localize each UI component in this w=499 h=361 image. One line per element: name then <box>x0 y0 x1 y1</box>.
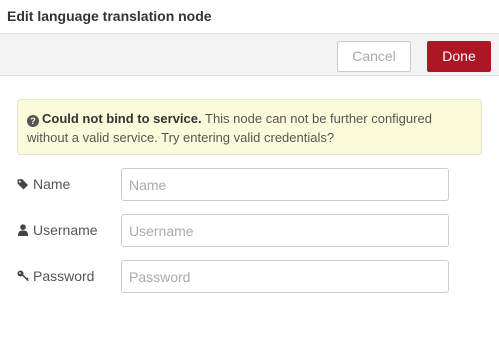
username-input[interactable] <box>121 214 449 247</box>
dialog-title: Edit language translation node <box>7 8 212 24</box>
tag-icon <box>17 179 28 190</box>
cancel-button[interactable]: Cancel <box>337 41 411 72</box>
form-row-name: Name <box>17 168 457 202</box>
password-input[interactable] <box>121 260 449 293</box>
password-label-text: Password <box>33 268 95 284</box>
edit-node-dialog: Edit language translation node Cancel Do… <box>0 0 499 361</box>
form-row-password: Password <box>17 260 457 294</box>
form-row-username: Username <box>17 214 457 248</box>
dialog-title-bar: Edit language translation node <box>0 0 499 34</box>
done-button[interactable]: Done <box>427 41 491 72</box>
alert-title: Could not bind to service. <box>42 111 202 126</box>
username-label-text: Username <box>33 222 98 238</box>
username-label: Username <box>17 222 98 238</box>
question-circle-icon: ? <box>27 115 39 127</box>
user-icon <box>18 224 28 236</box>
key-icon <box>17 270 29 282</box>
password-label: Password <box>17 268 94 284</box>
name-label-text: Name <box>33 176 71 192</box>
dialog-button-bar: Cancel Done <box>0 34 499 76</box>
name-label: Name <box>17 176 70 192</box>
service-error-alert: ? Could not bind to service. This node ca… <box>17 99 482 155</box>
name-input[interactable] <box>121 168 449 201</box>
